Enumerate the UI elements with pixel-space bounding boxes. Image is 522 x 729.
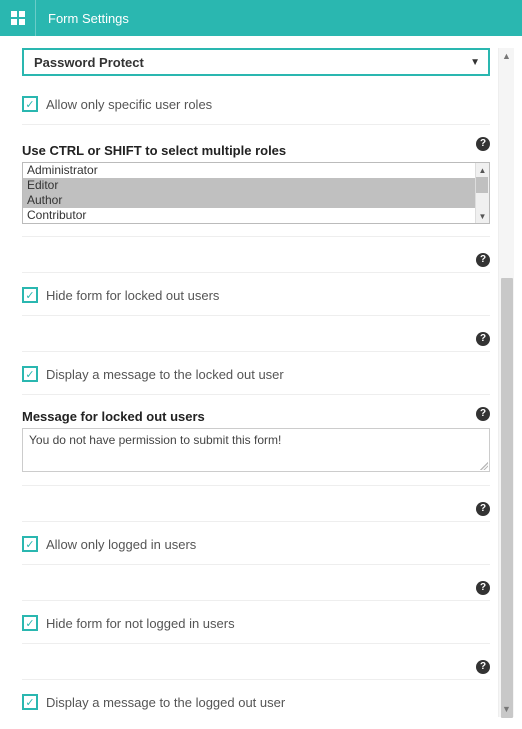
locked-msg-textarea[interactable]: You do not have permission to submit thi… <box>22 428 490 472</box>
display-logged-out-msg-label: Display a message to the logged out user <box>46 695 285 710</box>
caret-down-icon: ▼ <box>470 57 480 68</box>
main-content: Password Protect ▼ ✓ Allow only specific… <box>22 48 498 717</box>
checkbox-hide-locked[interactable]: ✓ <box>22 287 38 303</box>
role-option[interactable]: Editor <box>23 178 489 193</box>
help-icon[interactable]: ? <box>476 407 490 421</box>
scroll-thumb[interactable] <box>476 177 488 193</box>
checkbox-allow-logged-in[interactable]: ✓ <box>22 536 38 552</box>
checkbox-display-logged-out-msg[interactable]: ✓ <box>22 694 38 710</box>
role-option[interactable]: Contributor <box>23 208 489 223</box>
help-icon[interactable]: ? <box>476 502 490 516</box>
checkbox-hide-not-logged[interactable]: ✓ <box>22 615 38 631</box>
checkbox-display-locked-msg[interactable]: ✓ <box>22 366 38 382</box>
checkbox-allow-roles[interactable]: ✓ <box>22 96 38 112</box>
grid-icon[interactable] <box>0 0 36 36</box>
role-option[interactable]: Author <box>23 193 489 208</box>
hide-not-logged-label: Hide form for not logged in users <box>46 616 235 631</box>
scroll-down-icon[interactable]: ▼ <box>476 209 489 223</box>
scroll-up-icon[interactable]: ▲ <box>499 48 514 64</box>
role-option[interactable]: Administrator <box>23 163 489 178</box>
header-title: Form Settings <box>36 11 129 26</box>
scroll-thumb[interactable] <box>501 278 513 718</box>
section-dropdown[interactable]: Password Protect ▼ <box>22 48 490 76</box>
hide-locked-label: Hide form for locked out users <box>46 288 219 303</box>
roles-heading: Use CTRL or SHIFT to select multiple rol… <box>22 143 490 158</box>
display-locked-msg-label: Display a message to the locked out user <box>46 367 284 382</box>
help-icon[interactable]: ? <box>476 253 490 267</box>
app-header: Form Settings <box>0 0 522 36</box>
help-icon[interactable]: ? <box>476 137 490 151</box>
roles-multiselect[interactable]: Administrator Editor Author Contributor … <box>22 162 490 224</box>
help-icon[interactable]: ? <box>476 332 490 346</box>
allow-roles-label: Allow only specific user roles <box>46 97 212 112</box>
locked-msg-heading: Message for locked out users <box>22 409 490 424</box>
help-icon[interactable]: ? <box>476 660 490 674</box>
help-icon[interactable]: ? <box>476 581 490 595</box>
dropdown-value: Password Protect <box>34 55 144 70</box>
page-scrollbar[interactable]: ▲ ▼ <box>498 48 514 717</box>
scroll-down-icon[interactable]: ▼ <box>499 701 514 717</box>
scroll-up-icon[interactable]: ▲ <box>476 163 489 177</box>
allow-logged-in-label: Allow only logged in users <box>46 537 196 552</box>
resize-grip-icon[interactable] <box>480 462 488 470</box>
multiselect-scrollbar[interactable]: ▲ ▼ <box>475 163 489 223</box>
